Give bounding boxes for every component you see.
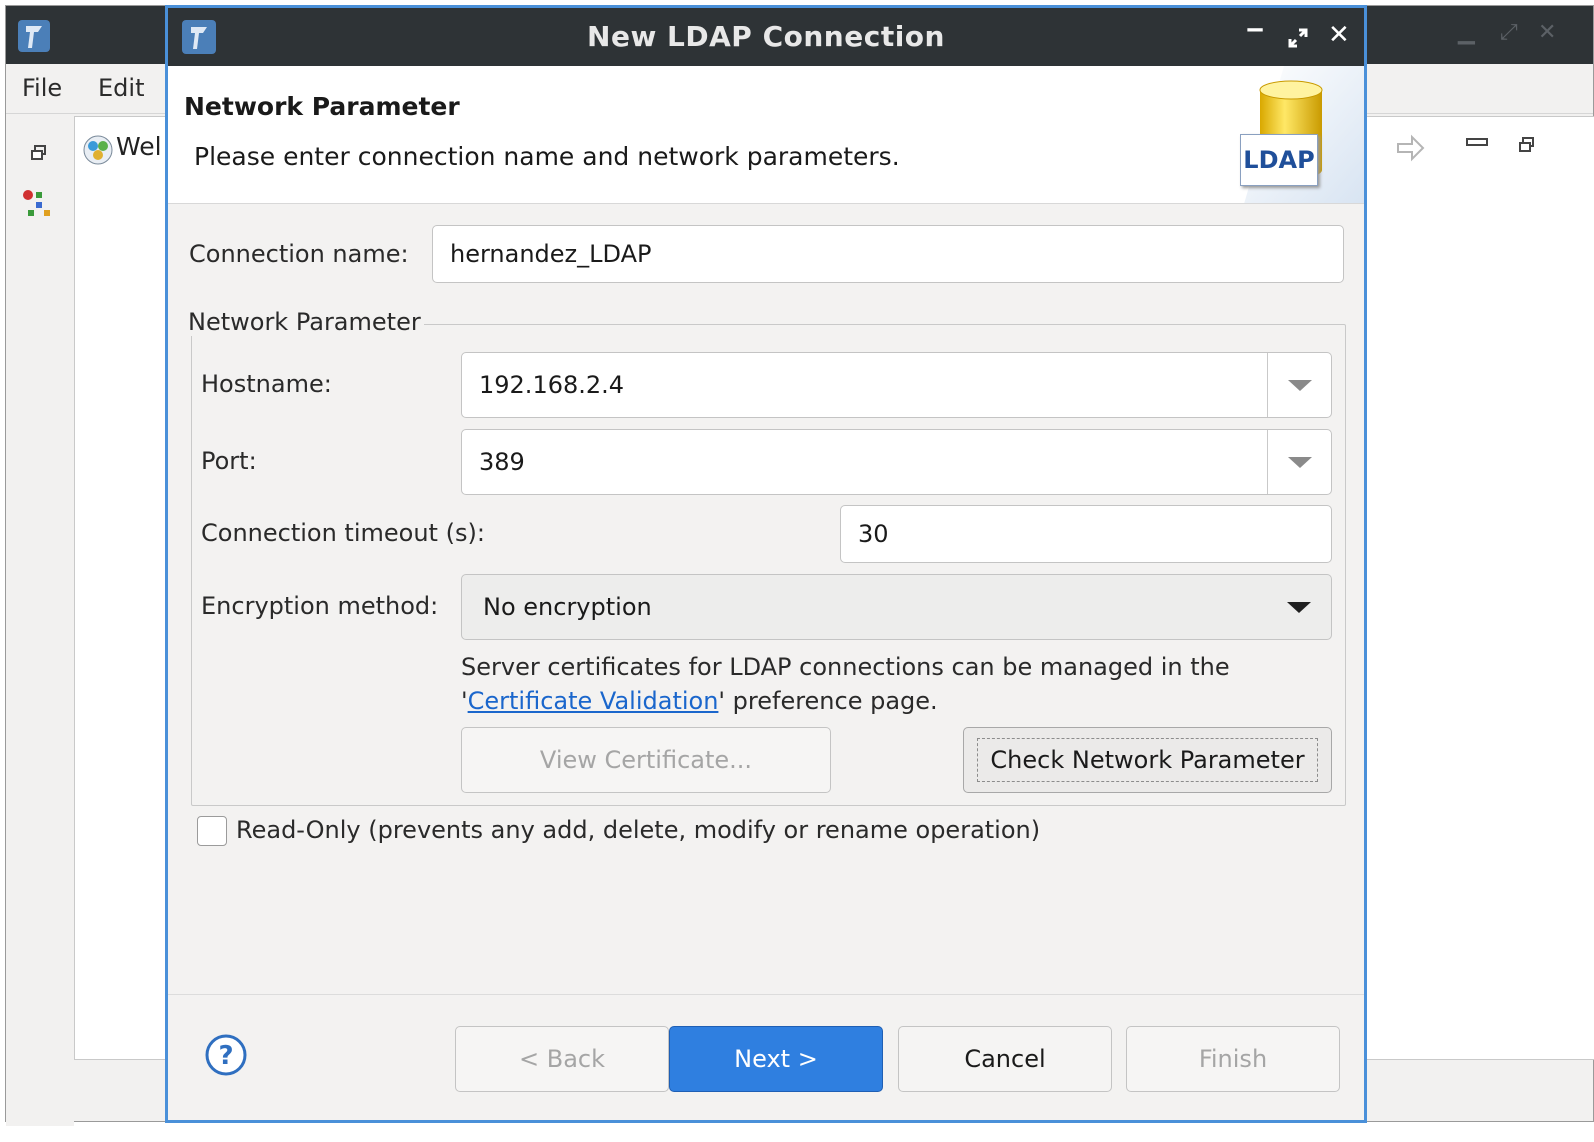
connection-name-input[interactable]: hernandez_LDAP	[432, 225, 1344, 283]
background-left-strip	[6, 116, 74, 1126]
finish-button[interactable]: Finish	[1126, 1026, 1340, 1092]
help-icon[interactable]: ?	[205, 1034, 247, 1076]
read-only-checkbox[interactable]	[197, 816, 227, 846]
certificate-validation-link[interactable]: Certificate Validation	[468, 687, 719, 715]
chevron-down-icon	[1287, 601, 1311, 613]
encryption-dropdown-button[interactable]	[1267, 575, 1331, 639]
certificate-info-line1: Server certificates for LDAP connections…	[461, 653, 1230, 681]
svg-text:?: ?	[218, 1041, 233, 1071]
wizard-page-title: Network Parameter	[184, 92, 460, 121]
wizard-page-description: Please enter connection name and network…	[194, 142, 900, 171]
menu-edit[interactable]: Edit	[98, 74, 144, 102]
dialog-title: New LDAP Connection	[587, 20, 945, 53]
hostname-dropdown-button[interactable]	[1267, 353, 1331, 417]
app-logo-icon	[18, 20, 50, 52]
certificate-info-text: Server certificates for LDAP connections…	[461, 650, 1230, 718]
ldap-browser-icon[interactable]	[22, 188, 56, 222]
button-bar-separator	[168, 994, 1364, 995]
port-dropdown-button[interactable]	[1267, 430, 1331, 494]
new-ldap-connection-dialog: New LDAP Connection ‒ ✕ Network Paramete…	[165, 5, 1367, 1123]
certificate-info-line2: 'Certificate Validation' preference page…	[461, 684, 1230, 718]
menu-file[interactable]: File	[22, 74, 62, 102]
back-button[interactable]: < Back	[455, 1026, 669, 1092]
cancel-button[interactable]: Cancel	[898, 1026, 1112, 1092]
wizard-page-header: Network Parameter Please enter connectio…	[168, 66, 1364, 204]
certificate-info-line2-rest: ' preference page.	[718, 687, 938, 715]
port-label: Port:	[201, 447, 257, 475]
encryption-method-value[interactable]: No encryption	[483, 593, 652, 621]
hostname-combo[interactable]: 192.168.2.4	[461, 352, 1332, 418]
chevron-down-icon	[1287, 456, 1312, 468]
connection-timeout-input[interactable]: 30	[840, 505, 1332, 563]
next-button[interactable]: Next >	[669, 1026, 883, 1092]
maximize-view-icon[interactable]	[1518, 136, 1536, 154]
connection-timeout-label: Connection timeout (s):	[201, 519, 485, 547]
chevron-down-icon	[1287, 379, 1312, 391]
bg-minimize-icon[interactable]: ▁	[1458, 20, 1475, 45]
minimize-view-icon[interactable]	[1466, 136, 1488, 150]
ldap-logo-label: LDAP	[1240, 134, 1318, 186]
certificate-info-quote: '	[461, 687, 468, 715]
welcome-tab-label[interactable]: Wel	[116, 132, 162, 161]
encryption-method-select[interactable]: No encryption	[461, 574, 1332, 640]
hostname-label: Hostname:	[201, 370, 332, 398]
bg-maximize-icon[interactable]: ⤢	[1500, 20, 1518, 45]
encryption-method-label: Encryption method:	[201, 592, 439, 620]
welcome-icon	[83, 135, 113, 165]
restore-view-icon[interactable]	[30, 144, 48, 162]
port-value[interactable]: 389	[479, 448, 525, 476]
view-certificate-button[interactable]: View Certificate...	[461, 727, 831, 793]
bg-close-icon[interactable]: ✕	[1538, 20, 1556, 45]
network-parameter-group-title: Network Parameter	[188, 308, 424, 336]
check-network-parameter-button[interactable]: Check Network Parameter	[963, 727, 1332, 793]
dialog-titlebar[interactable]: New LDAP Connection ‒ ✕	[168, 8, 1364, 66]
dialog-close-icon[interactable]: ✕	[1328, 20, 1350, 50]
hostname-value[interactable]: 192.168.2.4	[479, 371, 624, 399]
forward-arrow-icon[interactable]	[1396, 134, 1426, 162]
port-combo[interactable]: 389	[461, 429, 1332, 495]
dialog-maximize-icon[interactable]	[1288, 28, 1308, 48]
check-network-parameter-label: Check Network Parameter	[977, 738, 1318, 782]
connection-name-label: Connection name:	[189, 240, 409, 268]
read-only-label[interactable]: Read-Only (prevents any add, delete, mod…	[236, 816, 1040, 844]
dialog-minimize-icon[interactable]: ‒	[1246, 14, 1264, 44]
